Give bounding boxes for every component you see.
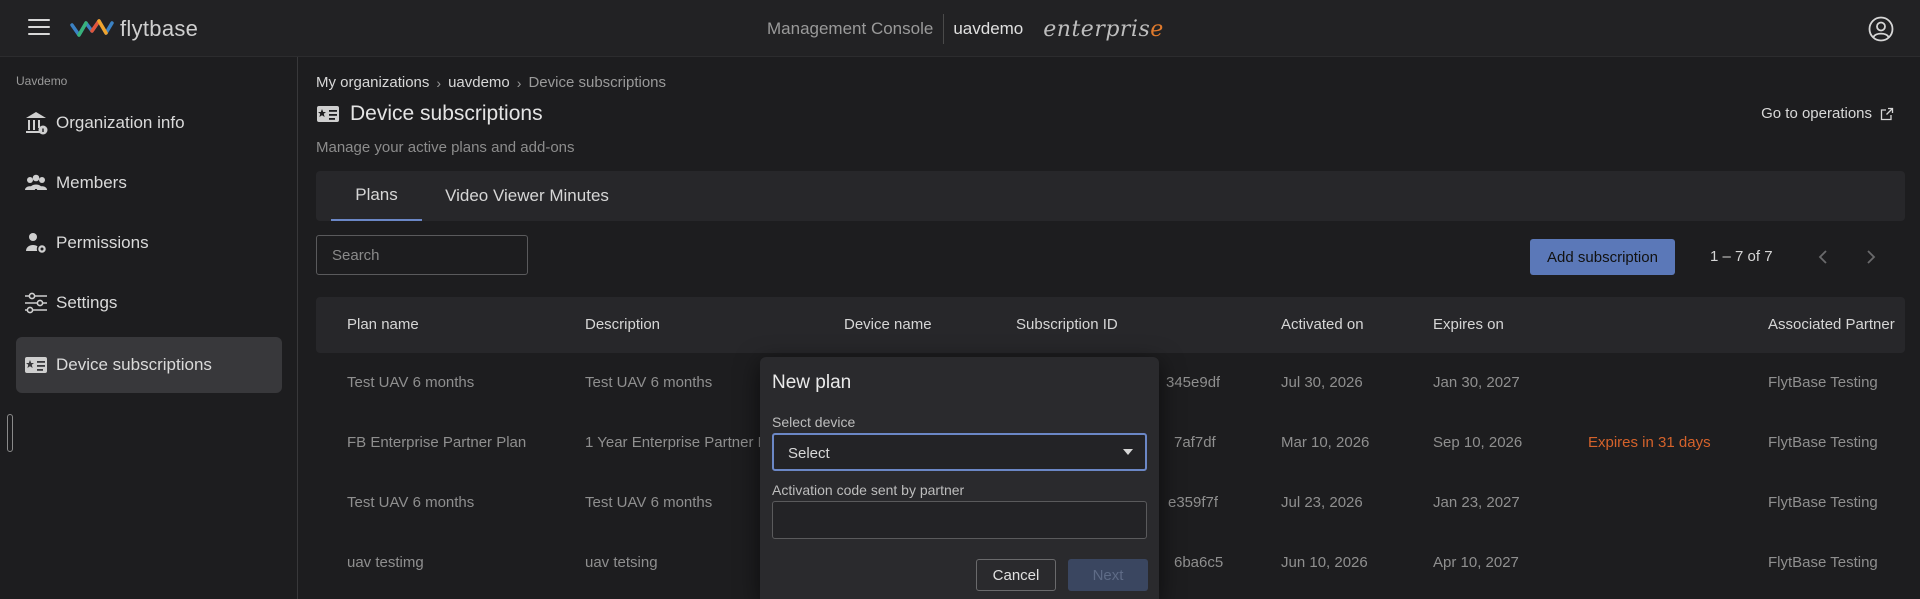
console-header: Management Console uavdemo enterprise [767, 14, 1164, 44]
cell-plan-name: Test UAV 6 months [347, 374, 475, 391]
cancel-button[interactable]: Cancel [976, 559, 1056, 591]
logo: flytbase [70, 15, 198, 43]
add-subscription-button[interactable]: Add subscription [1530, 239, 1675, 275]
sidebar: Uavdemo Organization info Members Permis… [0, 57, 298, 599]
logo-text: flytbase [120, 16, 199, 41]
prev-page-button[interactable] [1811, 245, 1835, 269]
device-select[interactable]: Select [772, 433, 1147, 471]
table-header: Plan name Description Device name Subscr… [316, 297, 1905, 353]
cell-expires-on: Jan 30, 2027 [1433, 374, 1520, 391]
column-header-associated-partner: Associated Partner [1768, 316, 1895, 333]
tab-label: Video Viewer Minutes [445, 186, 609, 205]
id-card-icon [22, 351, 50, 379]
device-select-value: Select [788, 445, 830, 462]
cell-associated-partner: FlytBase Testing [1768, 374, 1878, 391]
cell-expiry-warning: Expires in 31 days [1588, 434, 1711, 451]
sidebar-item-settings[interactable]: Settings [16, 275, 282, 331]
cell-plan-name: FB Enterprise Partner Plan [347, 434, 527, 451]
sidebar-item-label: Device subscriptions [56, 355, 212, 374]
menu-icon[interactable] [28, 19, 50, 37]
chevron-right-icon [1867, 250, 1876, 264]
chevron-left-icon [1818, 250, 1827, 264]
page-title-row: Device subscriptions [316, 102, 543, 126]
column-header-description: Description [585, 316, 661, 333]
sliders-icon [22, 289, 50, 317]
column-header-plan-name: Plan name [347, 316, 419, 333]
cell-expires-on: Jan 23, 2027 [1433, 494, 1520, 511]
sidebar-scrollbar[interactable] [7, 414, 13, 452]
cell-expires-on: Apr 10, 2027 [1433, 554, 1519, 571]
caret-down-icon [1123, 449, 1133, 455]
cell-activated-on: Jun 10, 2026 [1281, 554, 1368, 571]
bank-icon [22, 109, 50, 137]
sidebar-item-permissions[interactable]: Permissions [16, 215, 282, 271]
activation-code-label: Activation code sent by partner [772, 482, 965, 498]
edition-text: enterpris [1043, 16, 1151, 42]
sidebar-item-device-subscriptions[interactable]: Device subscriptions [16, 337, 282, 393]
cell-subscription-id: 345e9df [1166, 374, 1221, 391]
sidebar-item-organization-info[interactable]: Organization info [16, 95, 282, 151]
dialog-title: New plan [772, 372, 852, 393]
cell-plan-name: Test UAV 6 months [347, 494, 475, 511]
breadcrumb: My organizations › uavdemo › Device subs… [316, 74, 666, 91]
page-subtitle: Manage your active plans and add-ons [316, 139, 575, 156]
tab-video-viewer-minutes[interactable]: Video Viewer Minutes [422, 171, 632, 221]
top-bar: flytbase Management Console uavdemo ente… [0, 0, 1920, 57]
column-header-subscription-id: Subscription ID [1016, 316, 1118, 333]
cell-subscription-id: 6ba6c5 [1174, 554, 1224, 571]
edition-badge: enterprise [1043, 17, 1164, 42]
chevron-right-icon: › [436, 74, 442, 91]
sidebar-item-label: Settings [56, 293, 118, 312]
column-header-activated-on: Activated on [1281, 316, 1364, 333]
cell-associated-partner: FlytBase Testing [1768, 554, 1878, 571]
sidebar-item-members[interactable]: Members [16, 155, 282, 211]
id-card-icon [317, 106, 339, 122]
column-header-device-name: Device name [844, 316, 932, 333]
sidebar-item-label: Organization info [56, 113, 185, 132]
sidebar-item-label: Permissions [56, 233, 149, 252]
breadcrumb-org[interactable]: uavdemo [448, 74, 510, 91]
tab-plans[interactable]: Plans [331, 171, 422, 221]
sidebar-org-label: Uavdemo [16, 74, 68, 88]
search-input[interactable] [316, 235, 528, 275]
breadcrumb-my-organizations[interactable]: My organizations [316, 74, 429, 91]
permissions-icon [22, 229, 50, 257]
edition-accent: e [1150, 16, 1164, 42]
members-icon [22, 169, 50, 197]
cell-activated-on: Mar 10, 2026 [1281, 434, 1370, 451]
cell-plan-name: uav testimg [347, 554, 424, 571]
cell-description: 1 Year Enterprise Partner P [585, 434, 768, 451]
new-plan-dialog: New plan Select device Select Activation… [760, 357, 1159, 599]
breadcrumb-current: Device subscriptions [528, 74, 667, 91]
chevron-right-icon: › [516, 74, 522, 91]
tab-label: Plans [355, 185, 398, 204]
header-divider [943, 14, 945, 44]
go-to-operations-label: Go to operations [1761, 105, 1872, 122]
cell-associated-partner: FlytBase Testing [1768, 494, 1878, 511]
page-title: Device subscriptions [350, 102, 543, 125]
org-name: uavdemo [953, 19, 1024, 38]
flytbase-logo-icon [70, 19, 114, 37]
cell-subscription-id: e359f7f [1168, 494, 1219, 511]
console-title: Management Console [767, 19, 934, 38]
tabs-bar: Plans Video Viewer Minutes [316, 171, 1905, 221]
cell-subscription-id: 7af7df [1174, 434, 1216, 451]
cell-associated-partner: FlytBase Testing [1768, 434, 1878, 451]
column-header-expires-on: Expires on [1433, 316, 1504, 333]
select-device-label: Select device [772, 414, 856, 430]
cell-activated-on: Jul 23, 2026 [1281, 494, 1363, 511]
pagination-range: 1 – 7 of 7 [1710, 248, 1773, 265]
sidebar-item-label: Members [56, 173, 127, 192]
next-button[interactable]: Next [1068, 559, 1148, 591]
cell-activated-on: Jul 30, 2026 [1281, 374, 1363, 391]
cell-expires-on: Sep 10, 2026 [1433, 434, 1523, 451]
user-account-icon[interactable] [1868, 16, 1894, 42]
external-link-icon [1880, 107, 1894, 120]
activation-code-input[interactable] [772, 501, 1147, 539]
go-to-operations-link[interactable]: Go to operations [1761, 105, 1894, 122]
next-page-button[interactable] [1859, 245, 1883, 269]
